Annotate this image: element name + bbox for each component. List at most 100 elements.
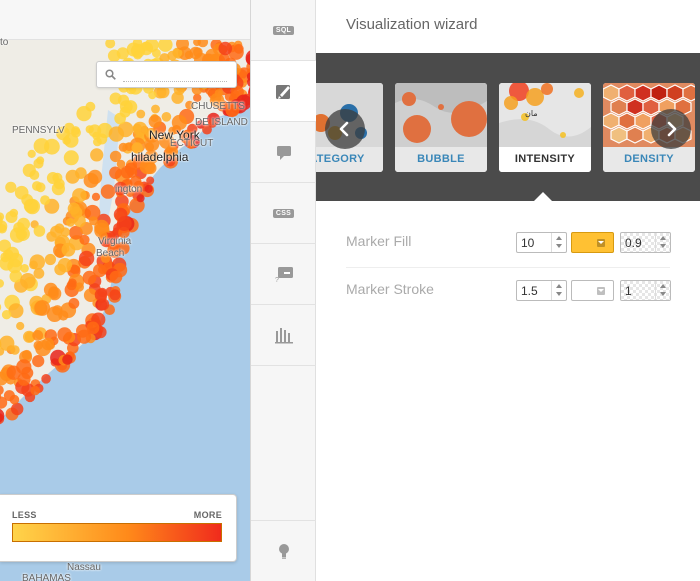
heat-point (43, 282, 58, 297)
marker-fill-label: Marker Fill (346, 233, 412, 249)
legend-more-label: MORE (193, 510, 222, 520)
heat-point (86, 321, 100, 335)
marker-fill-row: Marker Fill (346, 220, 671, 268)
heat-point (109, 150, 122, 163)
tips-button[interactable] (251, 520, 316, 581)
heat-point (41, 374, 51, 384)
marker-stroke-color-picker[interactable] (571, 280, 614, 301)
heat-point (30, 385, 40, 396)
marker-stroke-width-input[interactable] (517, 281, 550, 300)
heat-point (9, 394, 20, 405)
infowindow-button[interactable] (251, 122, 316, 183)
stepper-arrows[interactable] (551, 233, 566, 252)
heat-point (41, 337, 55, 351)
css-button[interactable]: CSS (251, 183, 316, 244)
heat-point (214, 89, 223, 98)
viz-card-intensity[interactable]: مان INTENSITY (499, 83, 591, 172)
map-label: DE ISLAND (195, 117, 248, 128)
heat-point (66, 280, 77, 291)
heat-point (118, 142, 128, 152)
speech-bubble-icon (276, 145, 291, 160)
heat-point (136, 109, 146, 119)
paintbrush-icon (275, 85, 290, 99)
heat-point (120, 165, 134, 179)
heat-point (32, 181, 42, 191)
viz-card-label: DENSITY (603, 147, 695, 172)
heat-point (93, 263, 107, 278)
legend-button[interactable]: ? (251, 244, 316, 305)
stepper-arrows[interactable] (655, 233, 670, 252)
viz-card-label: INTENSITY (499, 147, 591, 172)
carousel-next-button[interactable] (651, 109, 691, 149)
heat-point (29, 170, 40, 180)
heat-point (91, 192, 101, 201)
map-search[interactable] (96, 61, 237, 88)
marker-stroke-opacity-stepper[interactable] (620, 280, 671, 301)
heat-point (132, 121, 148, 137)
heat-point (109, 289, 121, 301)
marker-fill-opacity-stepper[interactable] (620, 232, 671, 253)
heat-point (100, 184, 116, 199)
heat-point (32, 330, 44, 341)
heat-point (5, 211, 18, 223)
heat-point (78, 250, 95, 267)
heat-point (108, 126, 125, 142)
lightbulb-icon (278, 544, 289, 559)
heat-point (63, 150, 79, 166)
tool-sidebar: SQL CSS ? (250, 0, 316, 581)
panel-title: Visualization wizard (346, 16, 478, 33)
heat-point (141, 41, 151, 51)
search-input[interactable] (123, 67, 227, 82)
heat-point (16, 229, 28, 240)
heat-point (66, 218, 75, 227)
heat-point (29, 254, 45, 270)
heat-point (33, 158, 44, 169)
heat-point (71, 126, 80, 135)
heat-point (61, 242, 76, 257)
heat-point (79, 234, 90, 245)
stepper-arrows[interactable] (551, 281, 566, 300)
heat-point (116, 47, 129, 60)
viz-card-bubble[interactable]: BUBBLE (395, 83, 487, 172)
sql-icon: SQL (272, 25, 295, 35)
heat-point (73, 215, 86, 228)
heat-point (76, 106, 92, 122)
heat-point (151, 104, 160, 114)
heat-point (68, 298, 80, 309)
map-label: ECTICUT (170, 138, 214, 149)
marker-fill-color-picker[interactable] (571, 232, 614, 253)
heat-point (90, 148, 104, 162)
heat-point (11, 402, 24, 416)
marker-fill-width-stepper[interactable] (516, 232, 567, 253)
legend-gradient-bar (12, 523, 222, 542)
map-label: PENNSYLV (12, 125, 65, 136)
marker-stroke-opacity-input[interactable] (621, 281, 654, 300)
marker-stroke-width-stepper[interactable] (516, 280, 567, 301)
wizard-button[interactable] (251, 61, 316, 122)
viz-card-label: BUBBLE (395, 147, 487, 172)
sql-button[interactable]: SQL (251, 0, 316, 61)
filters-button[interactable] (251, 305, 316, 366)
map-label: Nassau (67, 562, 101, 573)
dropdown-icon (597, 239, 605, 247)
map-label: to (0, 37, 9, 48)
heat-point (72, 188, 87, 203)
marker-fill-width-input[interactable] (517, 233, 550, 252)
css-icon: CSS (272, 208, 295, 218)
heat-point (144, 184, 153, 193)
heat-point (20, 273, 36, 289)
marker-fill-opacity-input[interactable] (621, 233, 654, 252)
heat-point (96, 133, 108, 145)
intensity-thumbnail: مان (499, 83, 591, 147)
histogram-icon (274, 328, 293, 344)
heat-point (184, 50, 194, 60)
search-icon (105, 69, 116, 80)
heat-point (109, 166, 122, 180)
map-view[interactable]: to PENNSYLV CHUSETTS DE ISLAND New York … (0, 0, 250, 581)
carousel-prev-button[interactable] (325, 109, 365, 149)
heat-point (50, 225, 63, 238)
legend-less-label: LESS (12, 510, 37, 520)
heat-point (67, 202, 80, 215)
stepper-arrows[interactable] (655, 281, 670, 300)
heat-point (33, 225, 46, 237)
